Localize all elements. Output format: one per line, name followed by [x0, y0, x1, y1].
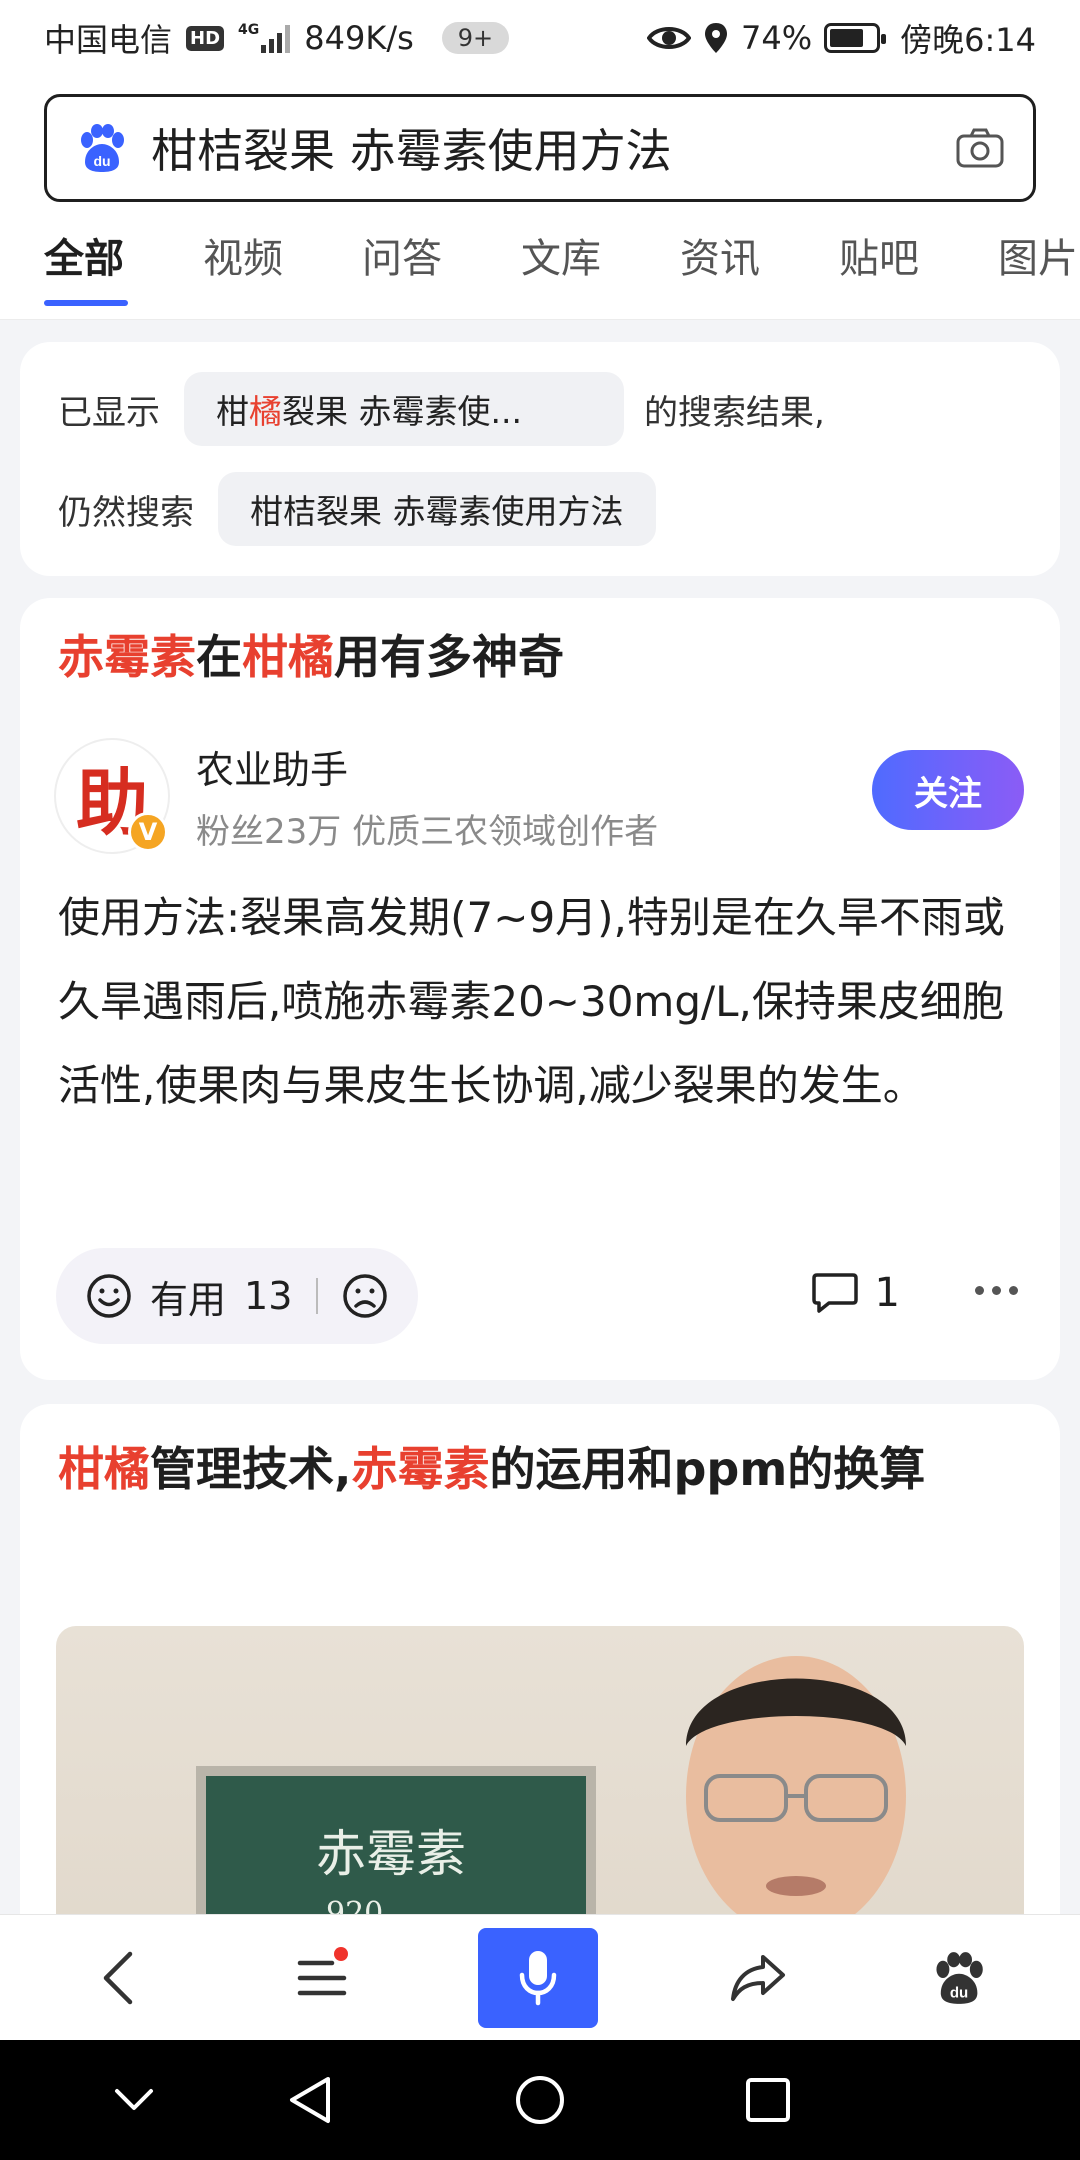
shown-row: 已显示 柑橘裂果 赤霉素使... 的搜索结果,: [58, 372, 825, 446]
notification-count: 9+: [441, 22, 510, 54]
search-tabs: 全部 视频 问答 文库 资讯 贴吧 图片: [44, 226, 1080, 306]
still-search-label: 仍然搜索: [58, 492, 194, 533]
bottom-toolbar: du: [0, 1914, 1080, 2040]
still-search-row: 仍然搜索 柑桔裂果 赤霉素使用方法: [58, 472, 680, 546]
smile-icon[interactable]: [86, 1273, 132, 1319]
comment-icon: [811, 1273, 858, 1313]
carrier-label: 中国电信: [44, 21, 173, 59]
location-icon: [705, 23, 727, 53]
feedback-pill: 有用 13: [56, 1248, 419, 1344]
svg-text:du: du: [950, 1984, 968, 2001]
title-text-4: 的运用和ppm的换算: [489, 1442, 926, 1496]
network-speed: 849K/s: [304, 19, 414, 57]
result-card-1[interactable]: 赤霉素在柑橘用有多神奇 助 V 农业助手 粉丝23万 优质三农领域创作者 关注 …: [20, 598, 1060, 1380]
menu-button[interactable]: [262, 1915, 382, 2041]
title-highlight-1: 赤霉素: [58, 630, 196, 684]
result-snippet: 使用方法:裂果高发期(7~9月),特别是在久旱不雨或久旱遇雨后,喷施赤霉素20~…: [58, 893, 1005, 1110]
shown-query-highlight: 橘: [249, 392, 282, 431]
tab-all[interactable]: 全部: [44, 226, 203, 306]
circle-home-icon: [516, 2076, 564, 2124]
battery-icon: [824, 23, 887, 53]
author-row[interactable]: 助 V 农业助手 粉丝23万 优质三农领域创作者: [54, 738, 658, 854]
comment-count: 1: [874, 1270, 900, 1316]
tab-qa[interactable]: 问答: [362, 226, 521, 306]
back-button[interactable]: [58, 1915, 178, 2041]
camera-icon[interactable]: [955, 127, 1005, 169]
shown-query-a: 柑: [216, 392, 249, 431]
divider: [316, 1278, 319, 1314]
square-recents-icon: [746, 2078, 790, 2122]
avatar[interactable]: 助 V: [54, 738, 170, 854]
search-input[interactable]: du 柑桔裂果 赤霉素使用方法: [44, 94, 1036, 202]
chevron-down-icon: [115, 2089, 153, 2110]
status-bar: 中国电信 HD 4G 849K/s 9+ 74% 傍晚6:14: [0, 0, 1080, 76]
network-type: 4G: [238, 22, 260, 38]
shown-query-b: 裂果 赤霉素使...: [282, 392, 522, 431]
follow-button[interactable]: 关注: [872, 750, 1024, 830]
nav-back-button[interactable]: [260, 2040, 360, 2160]
title-highlight-1: 柑橘: [58, 1442, 150, 1496]
svg-text:du: du: [93, 153, 110, 169]
voice-search-button[interactable]: [478, 1915, 598, 2041]
baidu-home-button[interactable]: du: [898, 1915, 1018, 2041]
author-name[interactable]: 农业助手: [196, 739, 658, 794]
back-icon: [103, 1951, 133, 2005]
tab-tieba[interactable]: 贴吧: [839, 226, 998, 306]
shown-query-chip[interactable]: 柑橘裂果 赤霉素使...: [184, 372, 624, 446]
nav-recents-button[interactable]: [718, 2040, 818, 2160]
title-text-2: 管理技术,: [150, 1442, 352, 1496]
nav-collapse-button[interactable]: [84, 2040, 184, 2160]
clock: 傍晚6:14: [900, 21, 1036, 59]
baidu-paw-icon: du: [936, 1952, 983, 2004]
hd-badge: HD: [186, 25, 225, 51]
shown-suffix: 的搜索结果,: [644, 392, 825, 433]
tab-news[interactable]: 资讯: [680, 226, 839, 306]
author-description: 粉丝23万 优质三农领域创作者: [196, 812, 659, 852]
nav-home-button[interactable]: [490, 2040, 590, 2160]
shown-prefix: 已显示: [58, 392, 160, 433]
title-highlight-3: 柑橘: [242, 630, 334, 684]
result-title[interactable]: 柑橘管理技术,赤霉素的运用和ppm的换算: [58, 1432, 1018, 1506]
system-navigation-bar: [0, 2040, 1080, 2160]
chalkboard-text-1: 赤霉素: [316, 1825, 466, 1883]
title-text-4: 用有多神奇: [334, 630, 564, 684]
still-search-chip[interactable]: 柑桔裂果 赤霉素使用方法: [218, 472, 656, 546]
query-correction-card: 已显示 柑橘裂果 赤霉素使... 的搜索结果, 仍然搜索 柑桔裂果 赤霉素使用方…: [20, 342, 1060, 576]
title-text-2: 在: [196, 630, 242, 684]
battery-percent: 74%: [741, 19, 813, 57]
unread-dot: [334, 1947, 348, 1961]
tab-library[interactable]: 文库: [521, 226, 680, 306]
search-query-text: 柑桔裂果 赤霉素使用方法: [151, 124, 672, 178]
frown-icon[interactable]: [342, 1273, 388, 1319]
verified-badge-icon: V: [128, 812, 168, 852]
triangle-back-icon: [290, 2077, 330, 2123]
share-icon: [731, 1955, 785, 2001]
result-title[interactable]: 赤霉素在柑橘用有多神奇: [58, 620, 564, 694]
useful-label[interactable]: 有用: [150, 1269, 226, 1324]
comment-button[interactable]: 1: [811, 1270, 900, 1316]
useful-count: 13: [244, 1274, 293, 1318]
tab-video[interactable]: 视频: [203, 226, 362, 306]
tab-images[interactable]: 图片: [998, 226, 1080, 306]
eye-icon: [647, 27, 691, 49]
share-button[interactable]: [698, 1915, 818, 2041]
menu-icon: [297, 1960, 347, 1996]
title-highlight-3: 赤霉素: [351, 1442, 490, 1496]
baidu-paw-icon: du: [81, 124, 124, 172]
header: du 柑桔裂果 赤霉素使用方法 全部 视频 问答 文库 资讯 贴吧 图片: [0, 76, 1080, 320]
signal-icon: 4G: [238, 22, 291, 53]
microphone-icon: [519, 1951, 557, 2006]
more-icon[interactable]: [975, 1286, 1018, 1295]
